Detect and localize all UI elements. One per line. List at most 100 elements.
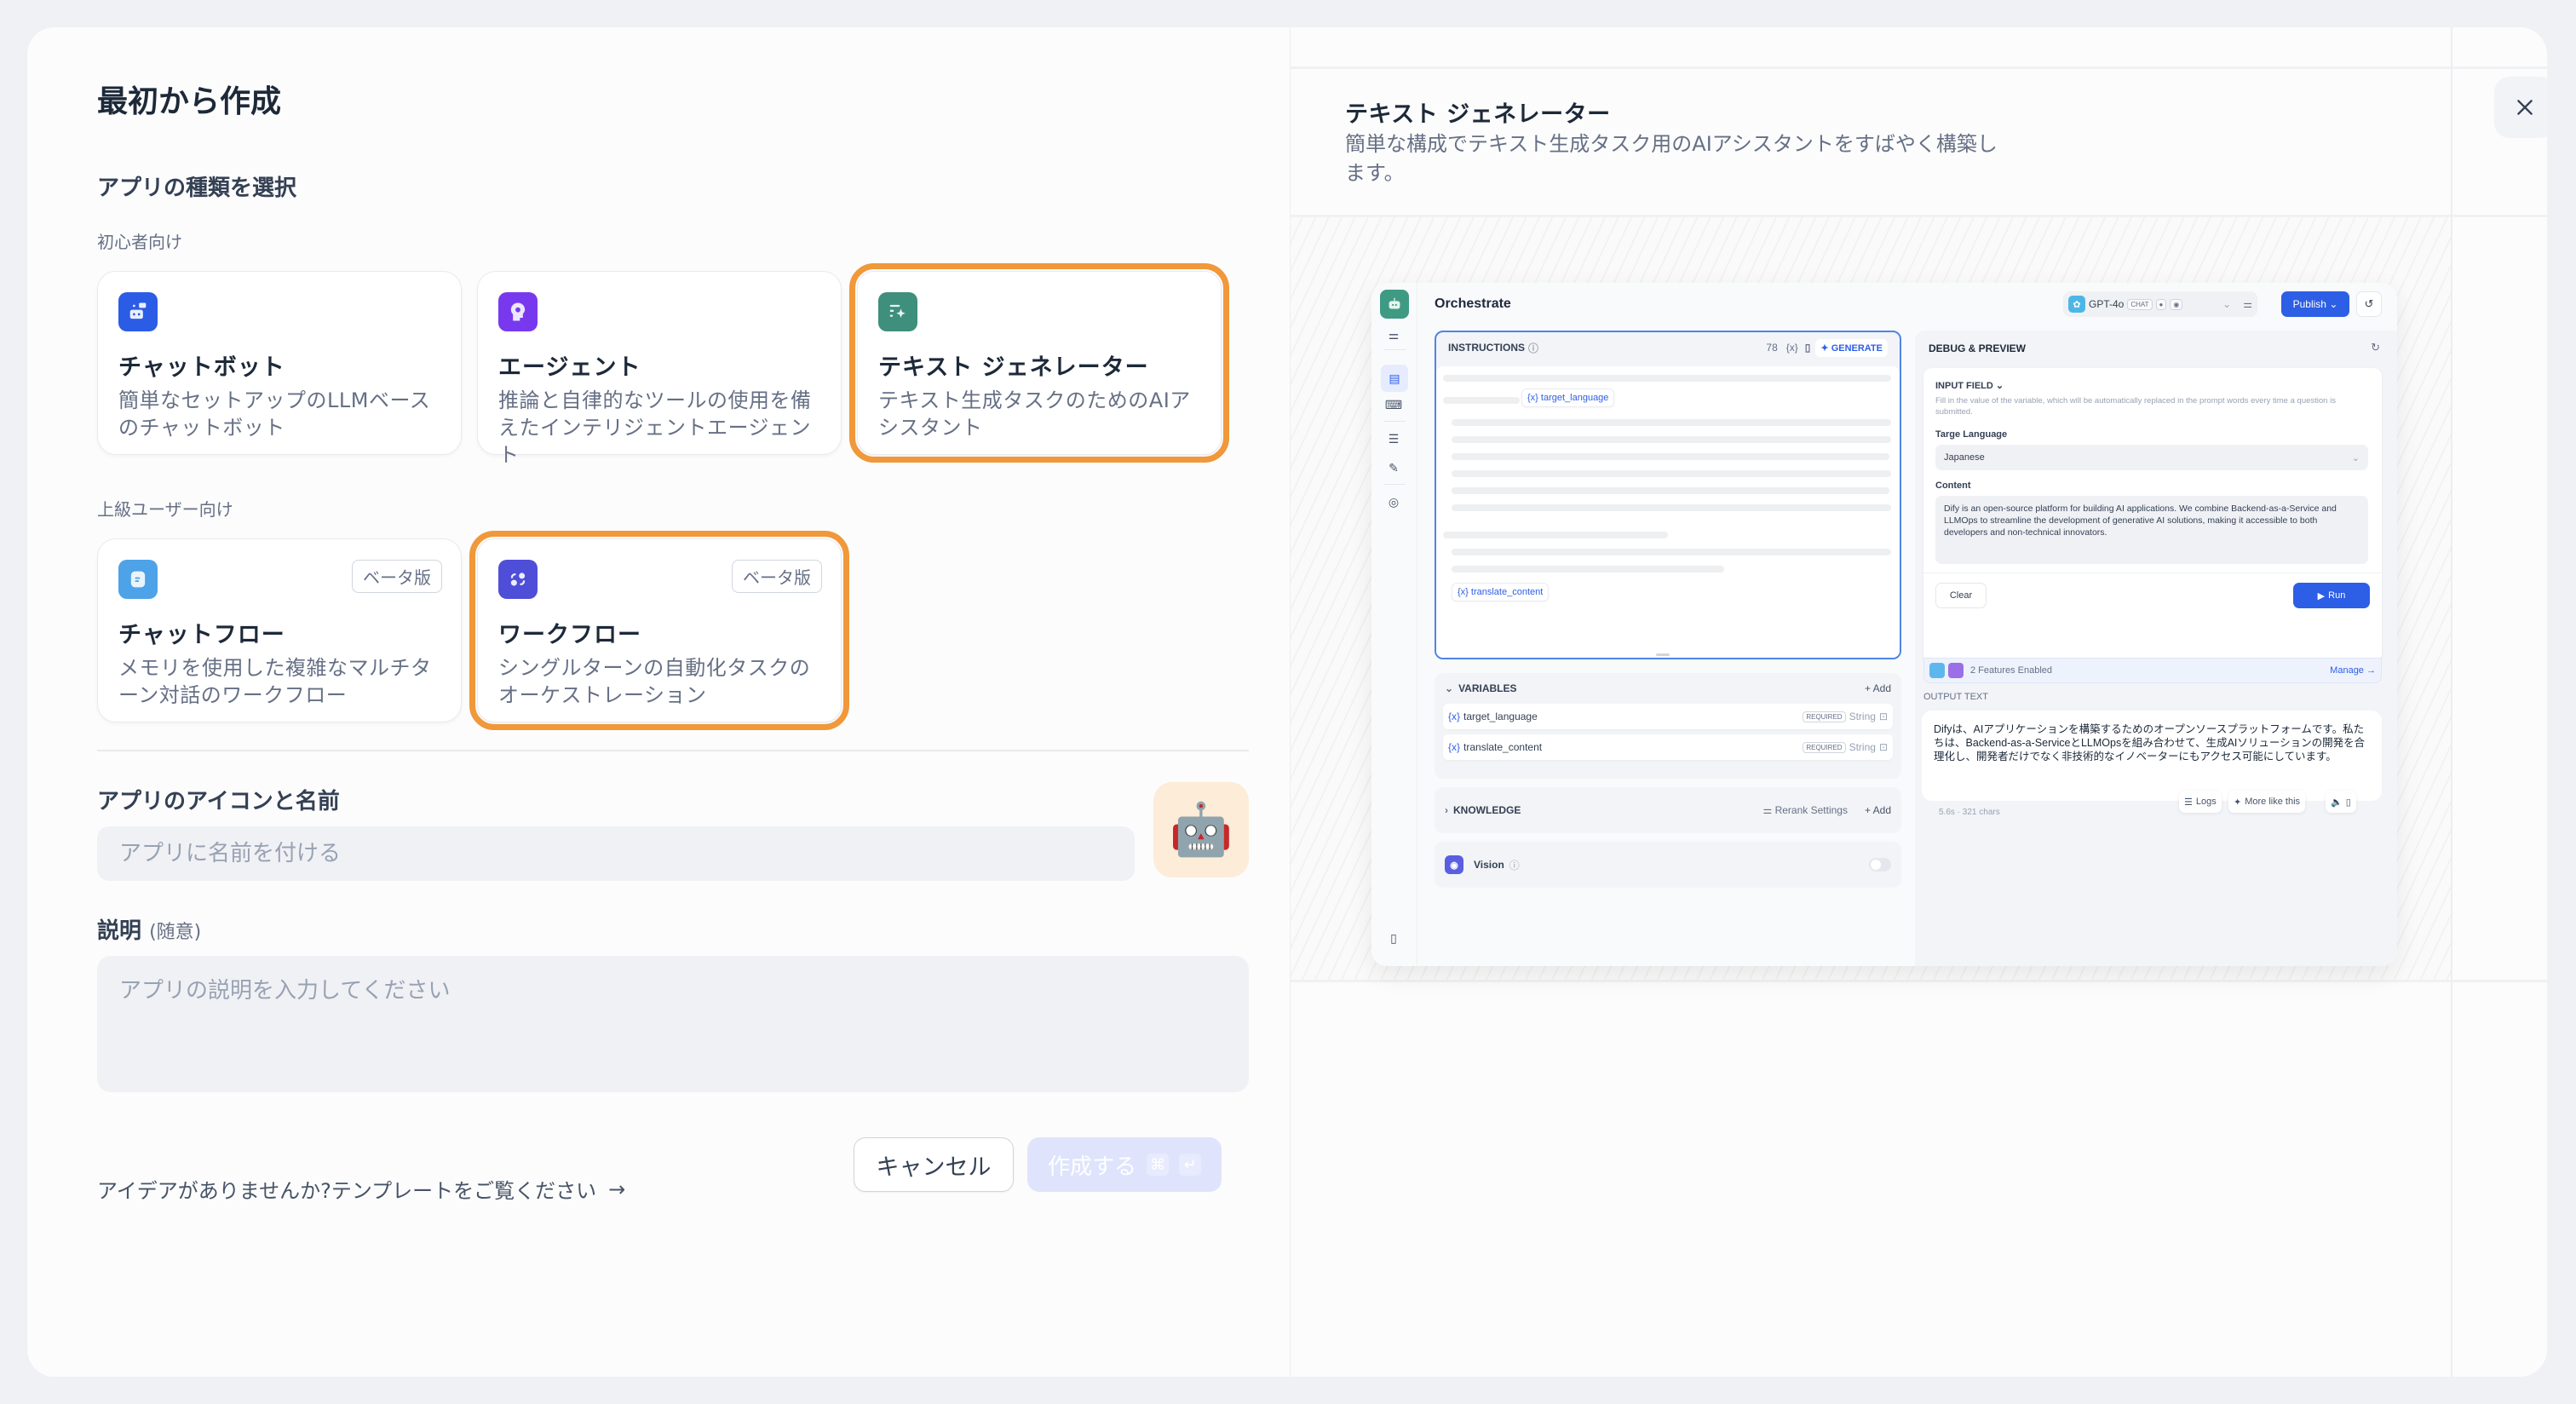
app-icon-picker[interactable]: 🤖 — [1153, 782, 1249, 878]
content-label: Content — [1935, 480, 1971, 491]
text-placeholder-line — [1452, 419, 1891, 426]
text-type-icon: ⊡ — [1878, 711, 1888, 722]
preview-screenshot: ⚌ ▤ ⌨ ☰ ✎ ◎ ▯ Orchestrate ✿ GPT-4o CHAT … — [1371, 283, 2397, 966]
manage-link: Manage → — [2330, 665, 2376, 676]
card-title: チャットボット — [118, 354, 285, 381]
help-icon: ⓘ — [1509, 859, 1520, 872]
monitoring-gauge-icon: ◎ — [1388, 494, 1400, 509]
card-description: 簡単なセットアップのLLMベースのチャットボット — [118, 388, 431, 440]
logs-icon: ☰ — [2184, 797, 2193, 808]
rerank-settings-label: Rerank Settings — [1774, 804, 1848, 816]
settings-sliders-icon: ⚌ — [1388, 327, 1400, 342]
template-link[interactable]: アイデアがありませんか?テンプレートをご覧ください → — [97, 1174, 625, 1204]
card-description: シングルターンの自動化タスクのオーケストレーション — [498, 656, 811, 707]
generate-button: ✦ GENERATE — [1815, 338, 1888, 357]
close-icon — [2517, 100, 2533, 115]
copy-icon: ▯ — [2345, 797, 2351, 808]
publish-button: Publish ⌄ — [2281, 291, 2349, 317]
char-count: 78 — [1766, 342, 1778, 354]
content-textarea: Dify is an open-source platform for buil… — [1935, 496, 2368, 564]
target-language-value: Japanese — [1944, 452, 1985, 463]
input-field-hint: Fill in the value of the variable, which… — [1935, 396, 2336, 417]
arrow-right-icon: → — [608, 1177, 626, 1201]
variable-icon: {x} — [1448, 741, 1461, 753]
variable-pill: {x} target_language — [1521, 388, 1615, 407]
app-type-card-agent[interactable]: エージェント 推論と自律的なツールの使用を備えたインテリジェントエージェント — [477, 271, 842, 467]
robot-emoji-icon: 🤖 — [1169, 800, 1233, 860]
app-name-input[interactable] — [97, 826, 1135, 881]
generate-label: GENERATE — [1831, 342, 1883, 354]
logs-icon: ☰ — [1388, 431, 1400, 446]
beta-badge: ベータ版 — [732, 560, 822, 593]
card-title: テキスト ジェネレーター — [878, 354, 1149, 381]
rerank-settings-button: ⚌ Rerank Settings — [1762, 804, 1848, 816]
preview-title: テキスト ジェネレーター — [1345, 101, 1611, 128]
debug-preview-heading: DEBUG & PREVIEW — [1929, 342, 2027, 354]
variable-row: {x} translate_content REQUIRED String ⊡ — [1443, 734, 1893, 760]
instructions-body: {x} target_language {x} translate_conten… — [1436, 366, 1900, 658]
card-description: テキスト生成タスクのためのAIアシスタント — [878, 388, 1191, 440]
preview-description: 簡単な構成でテキスト生成タスク用のAIアシスタントをすばやく構築します。 — [1345, 132, 1998, 185]
more-like-this-button: ✦ More like this — [2228, 791, 2306, 813]
instructions-editor: INSTRUCTIONS ⓘ 78 {x} ▯ ✦ GENERATE {x} t… — [1435, 331, 1901, 659]
preview-sidebar: ⚌ ▤ ⌨ ☰ ✎ ◎ ▯ — [1371, 283, 1417, 966]
resize-handle — [1656, 653, 1670, 656]
dialog-title: 最初から作成 — [97, 84, 282, 119]
app-type-card-workflow[interactable]: ベータ版 ワークフロー シングルターンの自動化タスクのオーケストレーション — [469, 531, 849, 730]
output-text: Difyは、AIアプリケーションを構築するためのオープンソースプラットフォームで… — [1922, 711, 2382, 801]
sidebar-divider — [1383, 484, 1406, 485]
create-app-dialog: 最初から作成 アプリの種類を選択 初心者向け チャットボット 簡単なセットアップ… — [27, 27, 2547, 1377]
instructions-label: INSTRUCTIONS — [1448, 342, 1525, 354]
group-label-beginner: 初心者向け — [97, 232, 182, 252]
terminal-icon: ⌨ — [1384, 397, 1403, 411]
variable-icon: {x} — [1448, 711, 1461, 722]
run-button: ▶ Run — [2293, 583, 2370, 608]
variables-label: VARIABLES — [1458, 682, 1517, 694]
app-type-card-chatflow[interactable]: ベータ版 チャットフロー メモリを使用した複雑なマルチターン対話のワークフロー — [97, 538, 462, 722]
chevron-down-icon: ⌄ — [2351, 452, 2360, 463]
chevron-right-icon: › — [1445, 804, 1448, 816]
chatflow-icon — [118, 560, 158, 599]
model-settings-icon: ⚌ — [2243, 298, 2252, 310]
chevron-down-icon: ⌄ — [2222, 298, 2232, 310]
text-placeholder-line — [1452, 453, 1889, 460]
section-divider — [97, 750, 1249, 751]
card-description: メモリを使用した複雑なマルチターン対話のワークフロー — [118, 656, 432, 707]
grid-line — [1291, 980, 2547, 982]
required-badge: REQUIRED — [1803, 711, 1846, 722]
vision-toggle — [1869, 858, 1891, 872]
grid-line — [1291, 215, 2547, 217]
text-placeholder-line — [1443, 397, 1520, 404]
logs-button: ☰ Logs — [2179, 791, 2222, 813]
text-placeholder-line — [1452, 436, 1891, 443]
variable-name: target_language — [1463, 711, 1538, 722]
openai-icon: ✿ — [2068, 296, 2085, 313]
tool-capability-icon: ● — [2155, 298, 2167, 310]
variable-insert-icon: {x} — [1785, 342, 1798, 354]
features-enabled-label: 2 Features Enabled — [1970, 665, 2053, 676]
output-text-label: OUTPUT TEXT — [1923, 692, 1988, 702]
model-mode-chip: CHAT — [2127, 298, 2153, 310]
text-placeholder-line — [1452, 470, 1891, 477]
beta-badge: ベータ版 — [352, 560, 442, 593]
history-icon: ↺ — [2356, 291, 2382, 317]
target-language-label: Targe Language — [1935, 429, 2008, 440]
features-bar: 2 Features Enabled Manage → — [1923, 658, 2382, 683]
app-type-card-chatbot[interactable]: チャットボット 簡単なセットアップのLLMベースのチャットボット — [97, 271, 462, 455]
create-button[interactable]: 作成する ⌘ ↵ — [1027, 1137, 1222, 1192]
cancel-button[interactable]: キャンセル — [854, 1137, 1014, 1192]
text-placeholder-line — [1452, 487, 1889, 494]
variables-section: ⌄ VARIABLES + Add {x} target_language RE… — [1435, 673, 1901, 779]
clipboard-icon: ▯ — [1804, 342, 1811, 354]
close-button[interactable] — [2494, 77, 2547, 138]
feature-suggest-icon — [1929, 663, 1945, 678]
app-type-card-text-generator[interactable]: テキスト ジェネレーター テキスト生成タスクのためのAIアシスタント — [849, 263, 1229, 463]
debug-preview-pane: DEBUG & PREVIEW ↻ INPUT FIELD ⌄ Fill in … — [1915, 331, 2397, 966]
sidebar-divider — [1383, 349, 1406, 350]
vision-label: Vision — [1474, 859, 1504, 871]
grid-line-vertical — [2451, 27, 2452, 1377]
app-description-textarea[interactable] — [97, 956, 1249, 1092]
chevron-down-icon: ⌄ — [1445, 682, 1454, 694]
add-variable-button: + Add — [1864, 682, 1891, 694]
vision-eye-icon: ◉ — [1445, 855, 1463, 874]
